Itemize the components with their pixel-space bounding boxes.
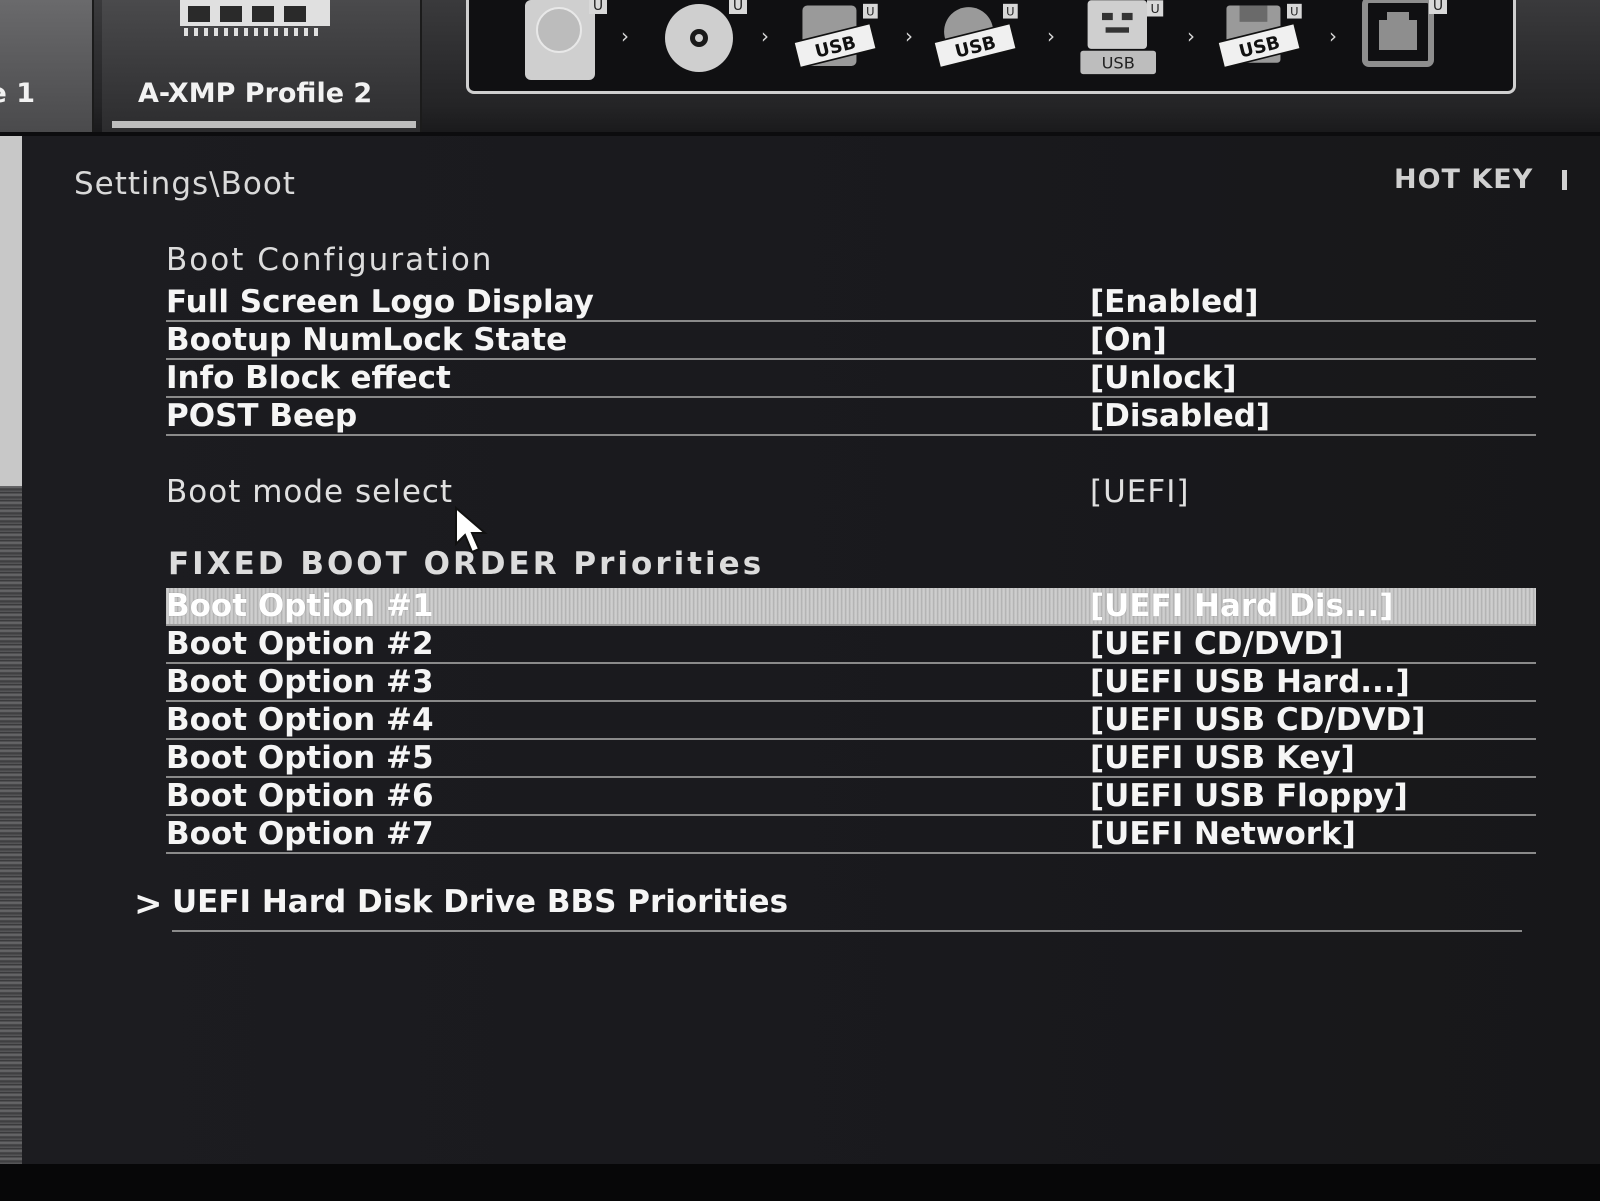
submenu-uefi-hdd-bbs-priorities[interactable]: UEFI Hard Disk Drive BBS Priorities [172, 880, 1522, 932]
setting-value[interactable]: [Enabled] [1090, 284, 1259, 320]
memory-module-icon [180, 0, 330, 36]
chevron-right-icon: > [134, 884, 163, 924]
boot-device-priority-bar: U › U › USB U › USB U › USB U › USB U › … [466, 0, 1516, 94]
setting-value[interactable]: [Unlock] [1090, 360, 1237, 396]
chevron-right-icon: › [621, 24, 629, 48]
usb-hard-disk-icon: USB U [792, 3, 878, 69]
boot-device-usb-hdd[interactable]: USB U [791, 0, 881, 84]
boot-option-value[interactable]: [UEFI USB Hard...] [1090, 664, 1410, 700]
chevron-right-icon: › [761, 24, 769, 48]
boot-option-value[interactable]: [UEFI USB CD/DVD] [1090, 702, 1425, 738]
setting-label: Info Block effect [166, 360, 451, 396]
chevron-right-icon: › [1047, 24, 1055, 48]
svg-text:U: U [866, 4, 874, 18]
usb-optical-icon: USB U [932, 3, 1018, 69]
setting-post-beep[interactable]: POST Beep [Disabled] [166, 398, 1536, 436]
boot-option-value[interactable]: [UEFI USB Floppy] [1090, 778, 1408, 814]
usb-key-icon: USB U [1080, 0, 1164, 75]
active-tab-indicator [112, 121, 416, 128]
boot-option-label: Boot Option #3 [166, 664, 434, 700]
setting-info-block-effect[interactable]: Info Block effect [Unlock] [166, 360, 1536, 398]
submenu-label: UEFI Hard Disk Drive BBS Priorities [172, 884, 789, 920]
boot-option-2[interactable]: Boot Option #2 [UEFI CD/DVD] [166, 626, 1536, 664]
setting-value[interactable]: [On] [1090, 322, 1167, 358]
network-icon: U [1362, 0, 1447, 67]
svg-text:U: U [1433, 0, 1443, 14]
hard-disk-icon: U [525, 0, 607, 80]
boot-option-4[interactable]: Boot Option #4 [UEFI USB CD/DVD] [166, 702, 1536, 740]
chevron-right-icon: › [905, 24, 913, 48]
setting-label: POST Beep [166, 398, 358, 434]
hotkey-separator [1562, 170, 1567, 190]
profile-tab-1[interactable]: ile 1 [0, 0, 94, 132]
setting-value[interactable]: [UEFI] [1090, 474, 1189, 510]
boot-option-value[interactable]: [UEFI USB Key] [1090, 740, 1355, 776]
screen-bezel [0, 1164, 1600, 1201]
boot-option-value[interactable]: [UEFI Network] [1090, 816, 1356, 852]
profile-tab-2[interactable]: A-XMP Profile 2 [102, 0, 422, 132]
boot-device-optical[interactable]: U [659, 0, 749, 84]
left-edge-panel [0, 136, 22, 1164]
chevron-right-icon: › [1329, 24, 1337, 48]
boot-option-1[interactable]: Boot Option #1 [UEFI Hard Dis...] [166, 588, 1536, 626]
svg-text:U: U [1006, 4, 1014, 18]
boot-option-label: Boot Option #7 [166, 816, 434, 852]
setting-value[interactable]: [Disabled] [1090, 398, 1270, 434]
boot-option-7[interactable]: Boot Option #7 [UEFI Network] [166, 816, 1536, 854]
boot-option-label: Boot Option #4 [166, 702, 434, 738]
setting-label: Full Screen Logo Display [166, 284, 594, 320]
boot-device-hdd[interactable]: U [519, 0, 609, 84]
boot-option-label: Boot Option #6 [166, 778, 434, 814]
setting-boot-mode-select[interactable]: Boot mode select [UEFI] [166, 474, 1536, 512]
svg-text:U: U [1150, 1, 1159, 16]
optical-disc-icon: U [665, 0, 747, 72]
section-heading-boot-configuration: Boot Configuration [166, 242, 494, 278]
profile-tab-1-label: ile 1 [0, 78, 36, 109]
svg-text:U: U [733, 0, 743, 14]
boot-option-6[interactable]: Boot Option #6 [UEFI USB Floppy] [166, 778, 1536, 816]
profile-tab-2-label: A-XMP Profile 2 [138, 78, 373, 109]
boot-option-5[interactable]: Boot Option #5 [UEFI USB Key] [166, 740, 1536, 778]
svg-text:U: U [593, 0, 603, 14]
setting-bootup-numlock-state[interactable]: Bootup NumLock State [On] [166, 322, 1536, 360]
usb-floppy-icon: USB U [1216, 3, 1302, 69]
svg-text:USB: USB [1102, 54, 1135, 73]
boot-option-label: Boot Option #1 [166, 588, 434, 624]
boot-device-network[interactable]: U [1357, 0, 1447, 84]
chevron-right-icon: › [1187, 24, 1195, 48]
setting-label: Bootup NumLock State [166, 322, 568, 358]
boot-device-usb-key[interactable]: USB U [1075, 0, 1165, 84]
boot-option-value[interactable]: [UEFI Hard Dis...] [1090, 588, 1393, 624]
top-strip: ile 1 A-XMP Profile 2 [0, 0, 1600, 132]
svg-text:U: U [1290, 4, 1298, 18]
breadcrumb: Settings\Boot [74, 166, 296, 202]
boot-device-usb-floppy[interactable]: USB U [1215, 0, 1305, 84]
boot-option-label: Boot Option #5 [166, 740, 434, 776]
setting-label: Boot mode select [166, 474, 454, 510]
boot-device-usb-optical[interactable]: USB U [931, 0, 1021, 84]
mouse-pointer-icon [455, 506, 488, 554]
boot-option-label: Boot Option #2 [166, 626, 434, 662]
boot-option-3[interactable]: Boot Option #3 [UEFI USB Hard...] [166, 664, 1536, 702]
boot-option-value[interactable]: [UEFI CD/DVD] [1090, 626, 1343, 662]
setting-full-screen-logo-display[interactable]: Full Screen Logo Display [Enabled] [166, 284, 1536, 322]
hotkey-button[interactable]: HOT KEY [1394, 164, 1533, 195]
